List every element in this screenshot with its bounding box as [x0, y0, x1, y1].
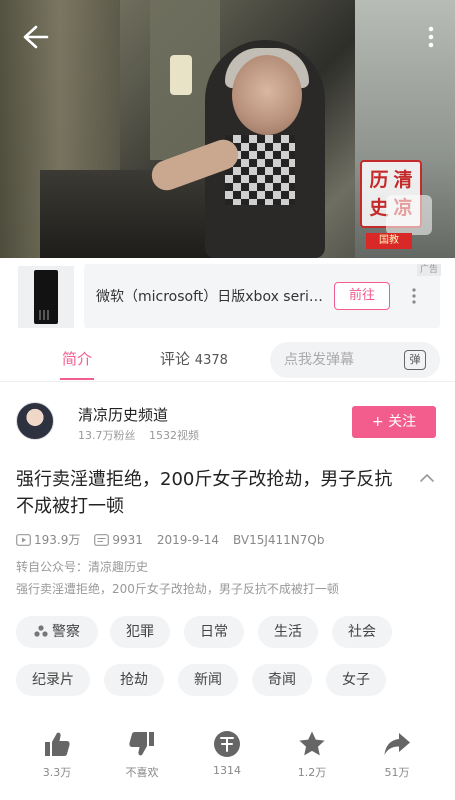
tag-news[interactable]: 新闻 [178, 664, 238, 696]
tag-dots-icon [34, 625, 48, 637]
video-title: 强行卖淫遭拒绝，200斤女子改抢劫，男子反抗不成被打一顿 [16, 469, 393, 517]
repost-source: 转自公众号：清凉趣历史 [16, 560, 149, 574]
more-options-icon[interactable] [421, 24, 441, 50]
video-player[interactable]: 历 清 史 凉 国教 [0, 0, 455, 258]
favorite-button[interactable]: 1.2万 [282, 730, 342, 780]
video-description: 强行卖淫遭拒绝，200斤女子改抢劫，男子反抗不成被打一顿 [16, 582, 339, 596]
video-frame-face [232, 55, 302, 135]
like-button[interactable]: 3.3万 [27, 730, 87, 780]
ad-card[interactable]: 微软（microsoft）日版xbox seri… 前往 [84, 264, 440, 328]
thumbs-down-icon [129, 732, 154, 756]
play-count-icon [16, 533, 31, 546]
share-count: 51万 [384, 766, 410, 779]
tag-police[interactable]: 警察 [16, 616, 98, 648]
watermark-overlay [386, 195, 432, 235]
tab-comments-count: 4378 [194, 353, 228, 368]
tab-intro[interactable]: 简介 [59, 348, 95, 380]
uploader-fans: 13.7万粉丝 [78, 429, 136, 442]
uploader-stats: 13.7万粉丝 1532视频 [78, 427, 209, 443]
dislike-label: 不喜欢 [125, 766, 159, 779]
danmaku-count: 9931 [112, 532, 143, 547]
watermark-char: 清 [393, 169, 413, 191]
tab-comments-label: 评论 [160, 350, 191, 368]
tab-comments[interactable]: 评论 4378 [160, 348, 228, 369]
detail-tabs: 简介 评论 4378 点我发弹幕 弹 [0, 336, 455, 382]
avatar[interactable] [16, 402, 54, 440]
share-button[interactable]: 51万 [367, 730, 427, 780]
tag-crime[interactable]: 犯罪 [110, 616, 170, 648]
danmaku-icon: 弹 [404, 350, 426, 370]
coin-button[interactable]: 1314 [197, 730, 257, 777]
publish-date: 2019-9-14 [156, 532, 220, 547]
views-count: 193.9万 [34, 533, 81, 547]
tag-label: 警察 [52, 624, 80, 640]
danmaku-stat: 9931 [94, 533, 143, 547]
tag-woman[interactable]: 女子 [326, 664, 386, 696]
xbox-console-image [34, 270, 58, 324]
uploader-videos: 1532视频 [149, 429, 199, 442]
tag-robbery[interactable]: 抢劫 [104, 664, 164, 696]
ad-title: 微软（microsoft）日版xbox seri… [96, 289, 323, 305]
tag-society[interactable]: 社会 [332, 616, 392, 648]
watermark-subtitle: 国教 [366, 233, 412, 249]
like-count: 3.3万 [42, 766, 72, 779]
ad-banner[interactable]: 微软（microsoft）日版xbox seri… 前往 广告 [0, 258, 455, 336]
tag-documentary[interactable]: 纪录片 [16, 664, 90, 696]
back-arrow-icon[interactable] [20, 24, 50, 50]
video-detail-page: 历 清 史 凉 国教 微软（microsoft）日版xbox seri… 前往 … [0, 0, 455, 800]
ad-thumbnail [18, 266, 74, 328]
ad-label: 广告 [416, 264, 441, 276]
favorite-count: 1.2万 [297, 766, 327, 779]
tag-life[interactable]: 生活 [258, 616, 318, 648]
dislike-button[interactable]: 不喜欢 [112, 730, 172, 780]
danmaku-count-icon [94, 533, 110, 546]
ad-go-button[interactable]: 前往 [334, 282, 390, 310]
chevron-up-icon[interactable] [418, 470, 436, 486]
star-icon [299, 731, 325, 756]
share-arrow-icon [384, 733, 410, 755]
watermark-char: 历 [369, 169, 389, 191]
video-meta: 193.9万 9931 2019-9-14 BV15J411N7Qb [16, 531, 338, 548]
thumbs-up-icon [45, 732, 70, 756]
danmaku-input[interactable]: 点我发弹幕 [270, 342, 390, 378]
tag-daily[interactable]: 日常 [184, 616, 244, 648]
bvid[interactable]: BV15J411N7Qb [233, 533, 324, 547]
coin-count: 1314 [213, 764, 241, 777]
danmaku-toggle-button[interactable]: 弹 [390, 342, 440, 378]
tag-oddities[interactable]: 奇闻 [252, 664, 312, 696]
uploader-name[interactable]: 清凉历史频道 [78, 404, 168, 425]
coin-icon [214, 731, 240, 757]
views-stat: 193.9万 [16, 531, 80, 548]
follow-button[interactable]: + 关注 [352, 406, 436, 438]
ad-more-icon[interactable] [406, 286, 422, 306]
video-frame-lamp [170, 55, 192, 95]
